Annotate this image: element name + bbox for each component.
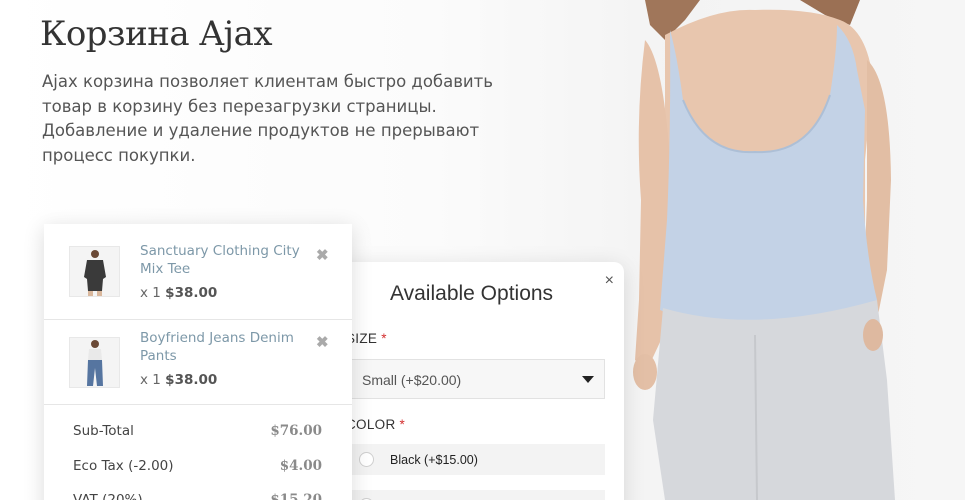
cart-totals: Sub-Total $76.00 Eco Tax (-2.00) $4.00 V… xyxy=(44,404,352,500)
caret-down-icon xyxy=(582,376,594,383)
total-row-vat: VAT (20%) $15.20 xyxy=(44,492,352,500)
available-options-modal: Available Options × SIZE * Small (+$20.00… xyxy=(330,262,624,500)
color-label: COLOR * xyxy=(346,417,405,432)
model-photo xyxy=(605,0,965,500)
close-icon[interactable]: × xyxy=(605,273,614,289)
product-thumbnail[interactable] xyxy=(69,337,120,388)
cart-item: Boyfriend Jeans Denim Pants x 1 $38.00 ✖ xyxy=(44,319,352,405)
size-select[interactable]: Small (+$20.00) xyxy=(346,359,605,399)
total-row-subtotal: Sub-Total $76.00 xyxy=(44,423,352,453)
cart-item: Sanctuary Clothing City Mix Tee x 1 $38.… xyxy=(44,224,352,310)
item-price: $38.00 xyxy=(165,285,218,301)
total-row-eco-tax: Eco Tax (-2.00) $4.00 xyxy=(44,458,352,488)
item-qty: x 1 xyxy=(140,372,161,388)
total-label: Eco Tax (-2.00) xyxy=(73,458,174,474)
item-name-link[interactable]: Sanctuary Clothing City Mix Tee xyxy=(140,242,300,278)
item-name-link[interactable]: Boyfriend Jeans Denim Pants xyxy=(140,329,300,365)
color-option-black[interactable]: Black (+$15.00) xyxy=(346,444,605,475)
cart-dropdown: Sanctuary Clothing City Mix Tee x 1 $38.… xyxy=(44,224,352,500)
item-price: $38.00 xyxy=(165,372,218,388)
total-label: Sub-Total xyxy=(73,423,134,439)
product-thumbnail[interactable] xyxy=(69,246,120,297)
page-description: Ajax корзина позволяет клиентам быстро д… xyxy=(42,72,493,165)
options-title: Available Options xyxy=(390,282,554,305)
total-value: $15.20 xyxy=(270,492,322,500)
item-quantity-price: x 1 $38.00 xyxy=(140,285,217,301)
required-mark: * xyxy=(399,417,406,432)
total-value: $4.00 xyxy=(279,458,322,474)
color-option-second[interactable] xyxy=(346,490,605,500)
color-option-label: Black (+$15.00) xyxy=(390,453,478,467)
radio-button[interactable] xyxy=(359,452,374,467)
remove-icon[interactable]: ✖ xyxy=(316,335,329,350)
item-qty: x 1 xyxy=(140,285,161,301)
remove-icon[interactable]: ✖ xyxy=(316,248,329,263)
total-label: VAT (20%) xyxy=(73,492,143,500)
size-label: SIZE * xyxy=(346,331,387,346)
required-mark: * xyxy=(381,331,387,346)
item-quantity-price: x 1 $38.00 xyxy=(140,372,217,388)
total-value: $76.00 xyxy=(270,423,322,439)
color-label-text: COLOR xyxy=(346,417,396,432)
page-title: Корзина Ajax xyxy=(40,14,273,54)
size-select-value: Small (+$20.00) xyxy=(362,372,462,388)
